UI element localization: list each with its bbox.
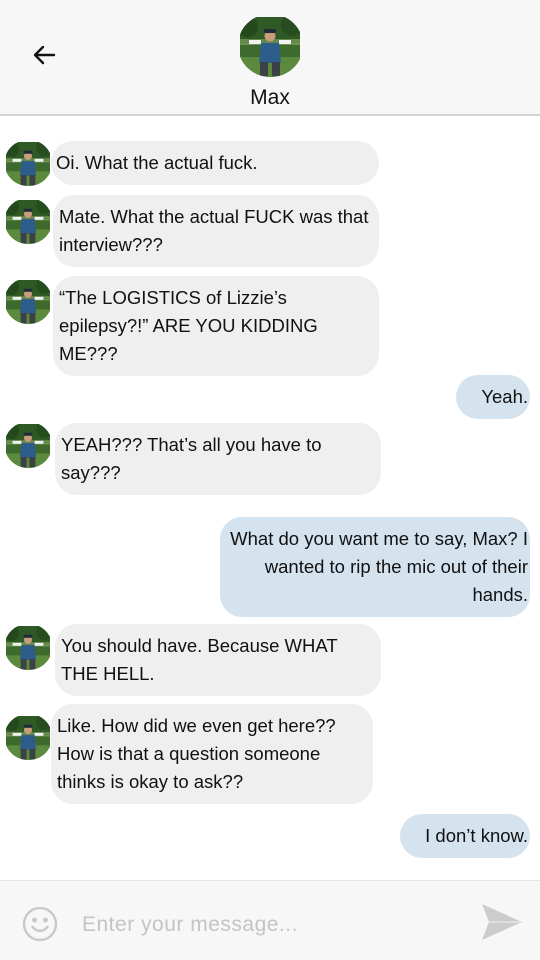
message-avatar (6, 280, 50, 324)
message-text: Yeah. (481, 386, 528, 407)
contact-avatar[interactable] (240, 17, 300, 77)
incoming-message-bubble: Like. How did we even get here?? How is … (51, 704, 373, 804)
back-button[interactable] (28, 40, 60, 70)
message-text: What do you want me to say, Max? I wante… (230, 528, 528, 605)
outgoing-message-bubble: Yeah. (456, 375, 530, 419)
message-avatar (6, 716, 50, 760)
outgoing-message-bubble: What do you want me to say, Max? I wante… (220, 517, 530, 617)
smiley-face-icon (22, 906, 58, 942)
message-text: Oi. What the actual fuck. (56, 152, 258, 173)
message-text: You should have. Because WHAT THE HELL. (61, 635, 338, 684)
arrow-left-icon (33, 45, 56, 65)
message-composer (0, 880, 540, 960)
message-list[interactable]: Oi. What the actual fuck. Mate. What the… (0, 118, 540, 880)
incoming-message-bubble: “The LOGISTICS of Lizzie’s epilepsy?!” A… (53, 276, 379, 376)
message-avatar (6, 200, 50, 244)
message-text: Like. How did we even get here?? How is … (57, 715, 336, 792)
message-text: YEAH??? That’s all you have to say??? (61, 434, 322, 483)
incoming-message-bubble: Mate. What the actual FUCK was that inte… (53, 195, 379, 267)
message-avatar (6, 626, 50, 670)
message-input[interactable] (80, 905, 464, 945)
message-avatar (6, 424, 50, 468)
contact-name: Max (250, 86, 290, 109)
message-text: “The LOGISTICS of Lizzie’s epilepsy?!” A… (59, 287, 318, 364)
incoming-message-bubble: YEAH??? That’s all you have to say??? (55, 423, 381, 495)
send-button[interactable] (480, 902, 524, 942)
incoming-message-bubble: You should have. Because WHAT THE HELL. (55, 624, 381, 696)
chat-header: Max (0, 0, 540, 116)
message-text: I don’t know. (425, 825, 528, 846)
incoming-message-bubble: Oi. What the actual fuck. (51, 141, 379, 185)
outgoing-message-bubble: I don’t know. (400, 814, 530, 858)
message-avatar (6, 142, 50, 186)
send-arrow-icon (482, 904, 522, 940)
message-text: Mate. What the actual FUCK was that inte… (59, 206, 369, 255)
emoji-button[interactable] (22, 906, 58, 942)
